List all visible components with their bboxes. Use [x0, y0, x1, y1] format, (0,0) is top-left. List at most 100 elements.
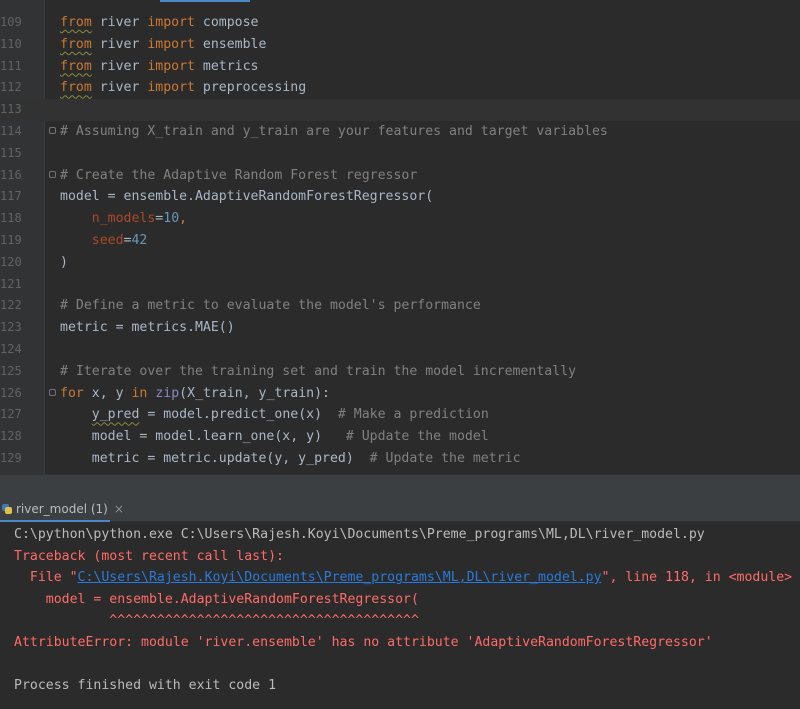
code-line[interactable]: 118 n_models=10,	[0, 208, 800, 230]
code-token: = model.predict_one(x)	[139, 407, 338, 423]
line-number: 126	[0, 385, 22, 400]
fold-marker-icon[interactable]	[49, 170, 56, 178]
code-line[interactable]: 120)	[0, 252, 800, 274]
code-token: river	[91, 15, 148, 30]
code-token: import	[147, 58, 195, 74]
code-token: # Assuming X_train and y_train are your …	[60, 124, 608, 139]
line-number: 118	[0, 211, 22, 226]
line-number: 112	[0, 80, 22, 95]
code-line[interactable]: 112 from river import preprocessing	[0, 77, 800, 99]
code-token: # Update the model	[345, 429, 489, 445]
fold-marker-icon[interactable]	[49, 388, 56, 396]
traceback-file-link[interactable]: C:\Users\Rajesh.Koyi\Documents\Preme_pro…	[78, 570, 602, 585]
code-token: import	[147, 80, 195, 96]
console-line: Traceback (most recent call last):	[14, 546, 284, 568]
console-line: C:\python\python.exe C:\Users\Rajesh.Koy…	[14, 524, 705, 546]
console-line: ^^^^^^^^^^^^^^^^^^^^^^^^^^^^^^^^^^^^^^^	[14, 610, 419, 632]
line-number: 125	[0, 363, 22, 378]
code-line[interactable]: 114 # Assuming X_train and y_train are yo…	[0, 121, 800, 143]
console-text: C:\python\python.exe C:\Users\Rajesh.Koy…	[14, 527, 705, 542]
code-token: metric = metrics.MAE()	[60, 320, 235, 336]
code-text: metric = metric.update(y, y_pred) # Upda…	[60, 448, 521, 470]
code-token: zip	[155, 385, 180, 401]
code-text: model = ensemble.AdaptiveRandomForestReg…	[60, 186, 433, 208]
code-token: y_pred	[91, 407, 140, 423]
line-number: 123	[0, 320, 22, 335]
code-token: )	[60, 254, 68, 270]
line-number: 116	[0, 167, 22, 182]
line-number: 124	[0, 342, 22, 356]
panel-splitter[interactable]	[0, 474, 800, 496]
code-line[interactable]: 110 from river import ensemble	[0, 34, 800, 56]
code-line[interactable]: 113	[0, 99, 800, 121]
console-text: ", line 118, in <module>	[601, 570, 793, 585]
code-line[interactable]: 117 model = ensemble.AdaptiveRandomForest…	[0, 186, 800, 208]
code-token: model = ensemble.AdaptiveRandomForestReg…	[60, 189, 434, 205]
code-text: n_models=10,	[60, 208, 187, 230]
code-text: model = model.learn_one(x, y) # Update t…	[60, 426, 489, 448]
line-number: 117	[0, 189, 22, 204]
code-token: 42	[131, 233, 148, 248]
python-file-icon	[2, 504, 12, 514]
code-line[interactable]: 127 y_pred = model.predict_one(x) # Make…	[0, 404, 800, 426]
code-line[interactable]: 119 seed=42	[0, 230, 800, 252]
run-tab-river-model[interactable]: river_model (1) ×	[0, 496, 130, 522]
code-line[interactable]: 116 # Create the Adaptive Random Forest r…	[0, 165, 800, 187]
code-editor[interactable]: 109 from river import compose 110 from rive…	[0, 0, 800, 474]
code-line[interactable]: 109 from river import compose	[0, 12, 800, 34]
code-line[interactable]: 115	[0, 143, 800, 165]
code-token: for	[60, 385, 84, 401]
code-line[interactable]: 121	[0, 274, 800, 296]
code-line[interactable]: 123 metric = metrics.MAE()	[0, 317, 800, 339]
console-text: Process finished with exit code 1	[14, 677, 277, 693]
console-line: File "C:\Users\Rajesh.Koyi\Documents\Pre…	[14, 567, 792, 589]
code-token: import	[147, 36, 195, 52]
code-text: seed=42	[60, 230, 148, 252]
code-token: x, y	[83, 385, 132, 401]
code-text: # Define a metric to evaluate the model'…	[60, 295, 481, 317]
line-number: 109	[0, 15, 22, 29]
code-line[interactable]: 128 model = model.learn_one(x, y) # Upda…	[0, 426, 800, 448]
code-token: metrics	[194, 58, 259, 74]
close-icon[interactable]: ×	[114, 502, 124, 516]
code-token: metric = metric.update(y, y_pred)	[60, 451, 370, 466]
run-tab-label: river_model (1)	[16, 502, 108, 516]
code-line[interactable]: 124	[0, 339, 800, 361]
code-token: ensemble	[194, 36, 267, 52]
code-token: preprocessing	[194, 80, 307, 96]
code-token: ,	[179, 211, 188, 227]
code-line[interactable]: 126 for x, y in zip(X_train, y_train):	[0, 383, 800, 405]
code-line[interactable]: 129 metric = metric.update(y, y_pred) # …	[0, 448, 800, 470]
line-number: 127	[0, 407, 22, 422]
code-token: # Make a prediction	[337, 407, 489, 423]
line-number: 128	[0, 429, 22, 444]
line-number: 119	[0, 233, 22, 247]
code-line[interactable]: 125 # Iterate over the training set and t…	[0, 361, 800, 383]
code-token: seed	[91, 233, 124, 248]
console-line: AttributeError: module 'river.ensemble' …	[14, 632, 713, 654]
code-line[interactable]: 111 from river import metrics	[0, 56, 800, 78]
line-number: 129	[0, 451, 22, 465]
code-text: y_pred = model.predict_one(x) # Make a p…	[60, 404, 489, 426]
fold-marker-icon[interactable]	[49, 127, 56, 134]
code-token: import	[147, 15, 195, 30]
code-text: metric = metrics.MAE()	[60, 317, 235, 339]
code-token: river	[91, 80, 148, 96]
code-line[interactable]: 122 # Define a metric to evaluate the mod…	[0, 295, 800, 317]
line-number: 111	[0, 58, 22, 73]
code-token: from	[60, 58, 92, 74]
code-token: # Iterate over the training set and trai…	[60, 363, 577, 379]
code-token: from	[60, 15, 92, 30]
console-text: AttributeError: module 'river.ensemble' …	[14, 634, 713, 650]
code-token: 10	[163, 211, 180, 227]
code-text: from river import ensemble	[60, 34, 266, 56]
code-token: from	[60, 80, 92, 96]
code-text: from river import metrics	[60, 56, 259, 78]
console-text: model = ensemble.AdaptiveRandomForestReg…	[14, 591, 419, 607]
console-line: model = ensemble.AdaptiveRandomForestReg…	[14, 589, 419, 611]
line-number: 115	[0, 145, 22, 160]
run-console[interactable]: C:\python\python.exe C:\Users\Rajesh.Koy…	[0, 522, 800, 709]
code-token: river	[91, 36, 148, 52]
line-number: 110	[0, 36, 22, 51]
